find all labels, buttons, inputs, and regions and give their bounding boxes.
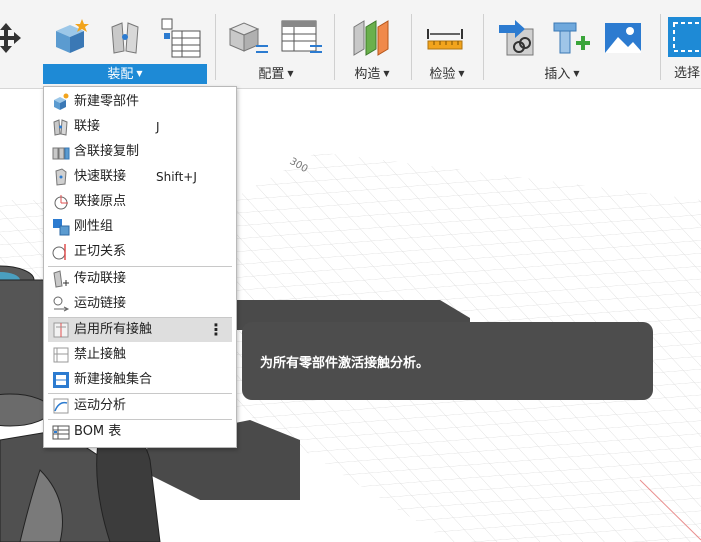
menu-item-motion-link-2[interactable]: 运动链接 bbox=[48, 292, 232, 316]
menu-item-shortcut: Shift+J bbox=[156, 170, 197, 184]
menu-item-label: 刚性组 bbox=[74, 219, 114, 234]
disable-contact-icon bbox=[53, 347, 69, 363]
menu-item-disable-contact[interactable]: 禁止接触 bbox=[48, 343, 232, 367]
tooltip: 为所有零部件激活接触分析。 bbox=[242, 322, 653, 400]
menu-item-label: 新建接触集合 bbox=[74, 372, 153, 387]
caret-down-icon: ▼ bbox=[136, 69, 143, 78]
motion-link-icon bbox=[53, 270, 69, 288]
new-component-icon[interactable] bbox=[50, 15, 90, 59]
menu-item-motion-study[interactable]: 运动分析 bbox=[48, 394, 232, 418]
as-built-joint-icon bbox=[55, 168, 67, 186]
assemble-menu-label: 装配 bbox=[107, 67, 134, 82]
caret-down-icon: ▼ bbox=[573, 69, 580, 78]
menu-item-label: 联接原点 bbox=[74, 194, 127, 209]
menu-item-motion-link[interactable]: 传动联接 bbox=[48, 267, 232, 291]
toolbar-divider bbox=[483, 14, 484, 80]
insert-menu-button[interactable]: 插入 ▼ bbox=[520, 64, 604, 84]
toolbar-divider bbox=[215, 14, 216, 80]
configuration-table-icon[interactable] bbox=[280, 15, 322, 59]
menu-item-duplicate-with-joints[interactable]: 含联接复制 bbox=[48, 140, 232, 164]
tangent-relationship-icon bbox=[52, 244, 66, 260]
toolbar-divider bbox=[334, 14, 335, 80]
configure-icon[interactable] bbox=[226, 15, 268, 59]
configure-menu-label: 配置 bbox=[258, 67, 285, 82]
menu-item-rigid-group[interactable]: 刚性组 bbox=[48, 215, 232, 239]
bom-table-icon[interactable] bbox=[160, 15, 201, 59]
menu-item-label: 快速联接 bbox=[74, 169, 127, 184]
menu-item-shortcut: J bbox=[156, 120, 160, 134]
caret-down-icon: ▼ bbox=[458, 69, 465, 78]
menu-item-label: 正切关系 bbox=[74, 244, 127, 259]
select-menu-label: 选择 bbox=[674, 66, 701, 81]
menu-item-label: 禁止接触 bbox=[74, 347, 127, 362]
motion-chain-icon bbox=[53, 296, 70, 312]
assemble-dropdown-menu: 新建零部件 联接 J 含联接复制 快速联接 Shift+J 联接原点 刚性组 正… bbox=[43, 86, 237, 448]
new-component-icon bbox=[54, 93, 69, 110]
toolbar: 装配 ▼ 配置 ▼ 构造 ▼ 检验 ▼ 插入 ▼ 选择 bbox=[0, 0, 701, 89]
insert-menu-label: 插入 bbox=[544, 67, 571, 82]
bom-table-icon bbox=[52, 425, 70, 440]
caret-down-icon: ▼ bbox=[383, 69, 390, 78]
menu-item-joint-origin[interactable]: 联接原点 bbox=[48, 190, 232, 214]
menu-item-tangent-relationship[interactable]: 正切关系 bbox=[48, 240, 232, 264]
new-contact-set-icon bbox=[53, 372, 69, 388]
menu-item-as-built-joint[interactable]: 快速联接 Shift+J bbox=[48, 165, 232, 189]
menu-item-new-contact-set[interactable]: 新建接触集合 bbox=[48, 368, 232, 392]
insert-image-icon[interactable] bbox=[602, 15, 642, 59]
menu-item-label: 启用所有接触 bbox=[74, 322, 153, 337]
inspect-menu-label: 检验 bbox=[429, 67, 456, 82]
construct-menu-button[interactable]: 构造 ▼ bbox=[340, 64, 404, 84]
move-tool-icon[interactable] bbox=[0, 15, 26, 59]
more-options-icon[interactable]: ⋮ bbox=[208, 318, 224, 342]
menu-item-label: 联接 bbox=[74, 119, 101, 134]
menu-item-label: BOM 表 bbox=[74, 424, 122, 439]
configure-menu-button[interactable]: 配置 ▼ bbox=[226, 64, 326, 84]
menu-item-joint[interactable]: 联接 J bbox=[48, 115, 232, 139]
menu-item-label: 新建零部件 bbox=[74, 94, 140, 109]
measure-icon[interactable] bbox=[424, 15, 464, 59]
joint-origin-icon bbox=[54, 195, 68, 210]
menu-item-label: 运动链接 bbox=[74, 296, 127, 311]
duplicate-with-joints-icon bbox=[52, 147, 70, 160]
select-menu-button[interactable]: 选择 bbox=[668, 64, 701, 84]
toolbar-divider bbox=[411, 14, 412, 80]
joint-icon bbox=[53, 119, 68, 136]
menu-item-bom[interactable]: BOM 表 bbox=[48, 420, 232, 444]
assemble-menu-button[interactable]: 装配 ▼ bbox=[43, 64, 207, 84]
tooltip-text: 为所有零部件激活接触分析。 bbox=[260, 356, 430, 371]
construct-menu-label: 构造 bbox=[354, 67, 381, 82]
motion-study-icon bbox=[53, 398, 69, 414]
toolbar-divider bbox=[660, 14, 661, 80]
insert-derive-icon[interactable] bbox=[497, 15, 537, 59]
rigid-group-icon bbox=[53, 219, 70, 236]
inspect-menu-button[interactable]: 检验 ▼ bbox=[418, 64, 476, 84]
menu-item-label: 传动联接 bbox=[74, 271, 127, 286]
joint-icon[interactable] bbox=[106, 15, 146, 59]
enable-contact-icon bbox=[53, 322, 69, 338]
construct-plane-icon[interactable] bbox=[350, 15, 390, 59]
menu-item-new-component[interactable]: 新建零部件 bbox=[48, 90, 232, 114]
menu-item-label: 含联接复制 bbox=[74, 144, 140, 159]
menu-item-label: 运动分析 bbox=[74, 398, 127, 413]
caret-down-icon: ▼ bbox=[287, 69, 294, 78]
menu-item-enable-all-contact[interactable]: 启用所有接触 ⋮ bbox=[48, 318, 232, 342]
insert-mcmaster-icon[interactable] bbox=[550, 15, 590, 59]
select-icon[interactable] bbox=[668, 15, 701, 59]
